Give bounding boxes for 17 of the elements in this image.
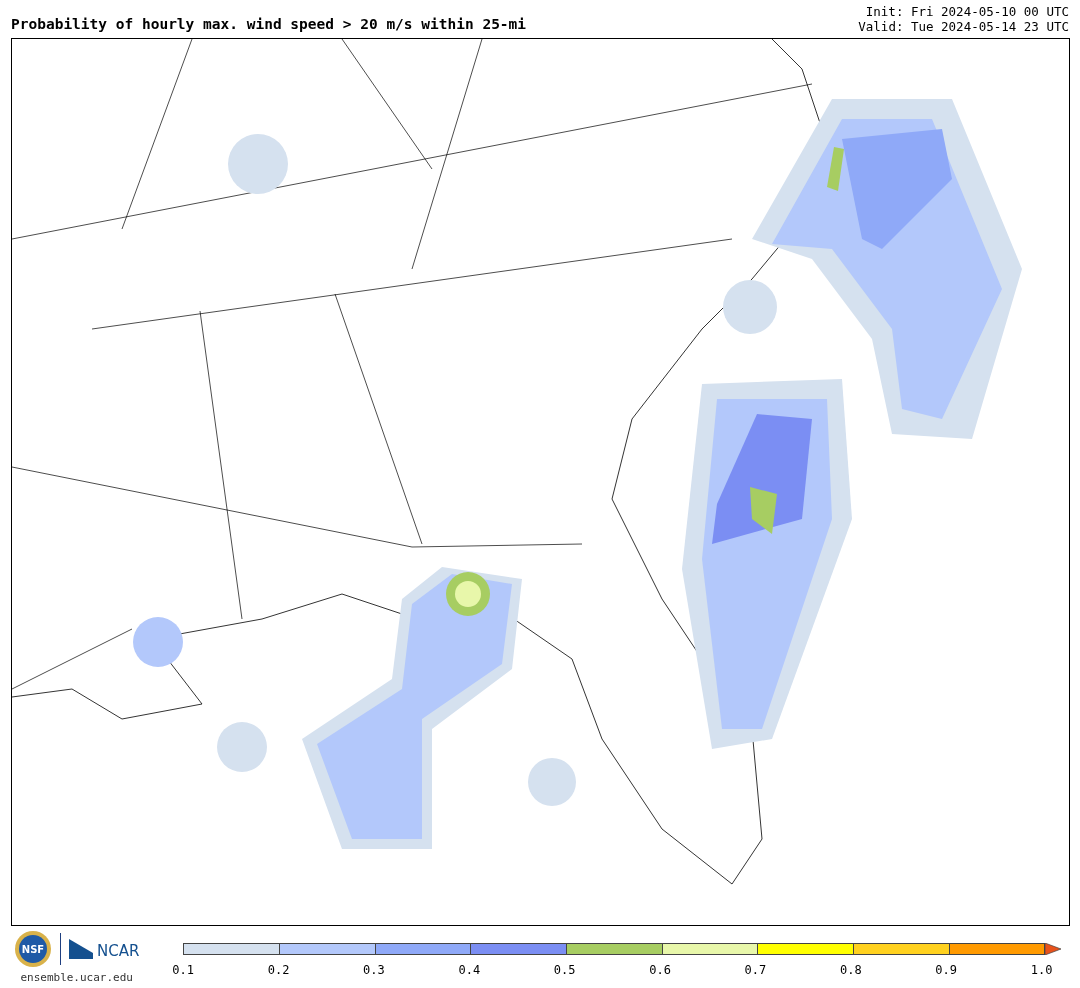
colorbar-tick-label: 0.5 bbox=[552, 962, 577, 979]
colorbar-tick-label: 0.6 bbox=[648, 962, 672, 979]
ncar-logo-icon bbox=[69, 939, 93, 959]
colorbar-tick-label: 0.4 bbox=[457, 962, 482, 979]
valid-time: Valid: Tue 2024-05-14 23 UTC bbox=[858, 19, 1069, 34]
colorbar-tick-label: 0.3 bbox=[362, 962, 386, 979]
ncar-logo-text: NCAR bbox=[97, 944, 140, 959]
map-title: Probability of hourly max. wind speed > 20 m/s within 25-mi bbox=[11, 15, 527, 34]
colorbar-tick-label: 0.7 bbox=[743, 962, 768, 979]
colorbar-tick-label: 0.1 bbox=[171, 962, 196, 979]
colorbar-tick-label: 0.9 bbox=[934, 962, 959, 979]
colorbar-tick-label: 0.8 bbox=[838, 962, 863, 979]
website-url: ensemble.ucar.edu bbox=[20, 970, 133, 986]
init-time: Init: Fri 2024-05-10 00 UTC bbox=[864, 4, 1069, 19]
nsf-logo: NSF bbox=[14, 930, 52, 968]
colorbar-tick-label: 0.2 bbox=[266, 962, 291, 979]
colorbar-tick-label: 1.0 bbox=[1029, 962, 1054, 979]
